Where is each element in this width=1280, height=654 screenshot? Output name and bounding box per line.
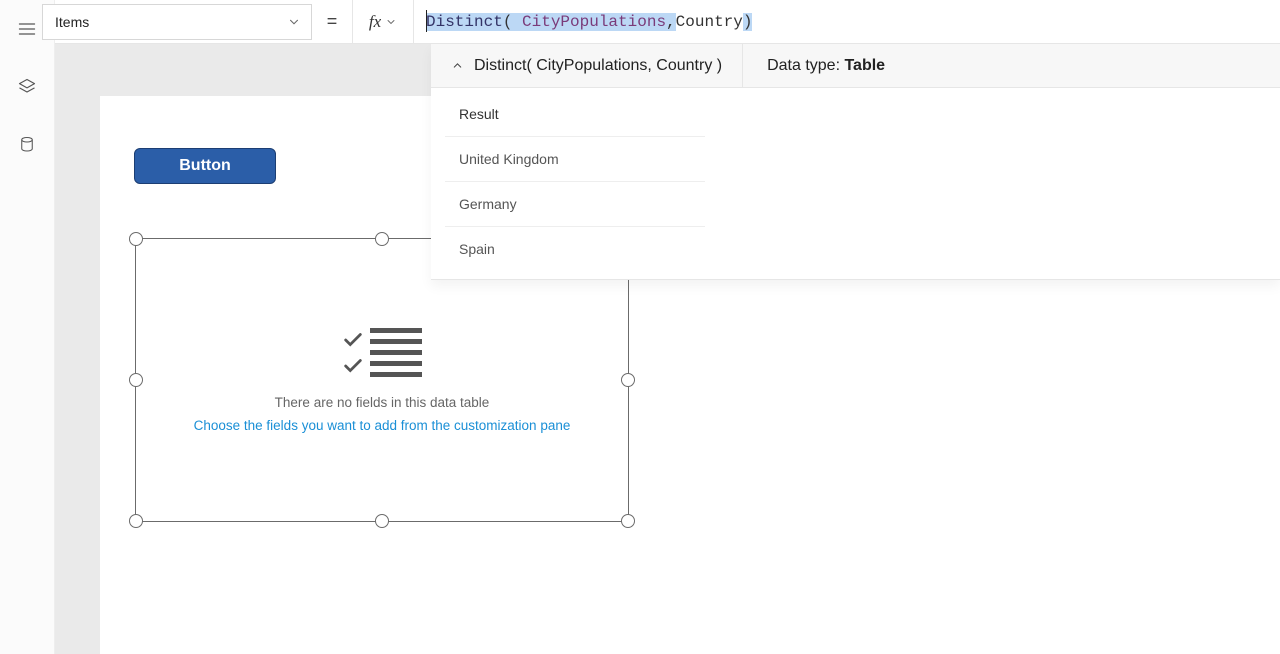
fx-button[interactable]: fx	[352, 0, 414, 44]
resize-handle[interactable]	[129, 514, 143, 528]
app-root: Items = fx Distinct( CityPopulations, Co…	[0, 0, 1280, 654]
formula-token-arg2: Country	[676, 13, 743, 31]
chevron-up-icon	[451, 59, 464, 72]
result-list: Result United Kingdom Germany Spain	[431, 88, 1280, 279]
chevron-down-icon	[287, 15, 301, 29]
menu-icon[interactable]	[16, 18, 38, 40]
fx-label: fx	[369, 12, 381, 32]
data-icon[interactable]	[16, 134, 38, 156]
checklist-icon	[342, 328, 422, 377]
left-rail	[0, 0, 55, 654]
chevron-down-icon	[385, 16, 397, 28]
datatable-placeholder: There are no fields in this data table C…	[136, 239, 628, 521]
formula-token-arg1: CityPopulations	[522, 13, 666, 31]
result-row[interactable]: Spain	[445, 227, 705, 271]
resize-handle[interactable]	[129, 373, 143, 387]
text-cursor	[426, 10, 427, 32]
resize-handle[interactable]	[621, 373, 635, 387]
resize-handle[interactable]	[375, 514, 389, 528]
formula-signature[interactable]: Distinct( CityPopulations, Country )	[431, 44, 743, 87]
result-row[interactable]: United Kingdom	[445, 137, 705, 182]
property-selector[interactable]: Items	[42, 4, 312, 40]
equals-label: =	[312, 11, 352, 32]
formula-input[interactable]: Distinct( CityPopulations, Country )	[414, 0, 1280, 44]
resize-handle[interactable]	[621, 514, 635, 528]
formula-result-header: Distinct( CityPopulations, Country ) Dat…	[431, 44, 1280, 88]
button-label: Button	[179, 157, 231, 175]
main-area: Items = fx Distinct( CityPopulations, Co…	[55, 0, 1280, 654]
formula-result-panel: Distinct( CityPopulations, Country ) Dat…	[431, 44, 1280, 280]
formula-bar: Items = fx Distinct( CityPopulations, Co…	[55, 0, 1280, 44]
layers-icon[interactable]	[16, 76, 38, 98]
result-column-header: Result	[445, 92, 705, 137]
button-control[interactable]: Button	[134, 148, 276, 184]
datatable-empty-msg: There are no fields in this data table	[275, 395, 490, 410]
formula-token-fn: Distinct	[426, 13, 503, 31]
resize-handle[interactable]	[375, 232, 389, 246]
datatable-control[interactable]: There are no fields in this data table C…	[135, 238, 629, 522]
property-name: Items	[55, 14, 89, 30]
datatable-hint-link[interactable]: Choose the fields you want to add from t…	[194, 418, 571, 433]
data-type-label: Data type: Table	[743, 57, 909, 75]
resize-handle[interactable]	[129, 232, 143, 246]
result-row[interactable]: Germany	[445, 182, 705, 227]
